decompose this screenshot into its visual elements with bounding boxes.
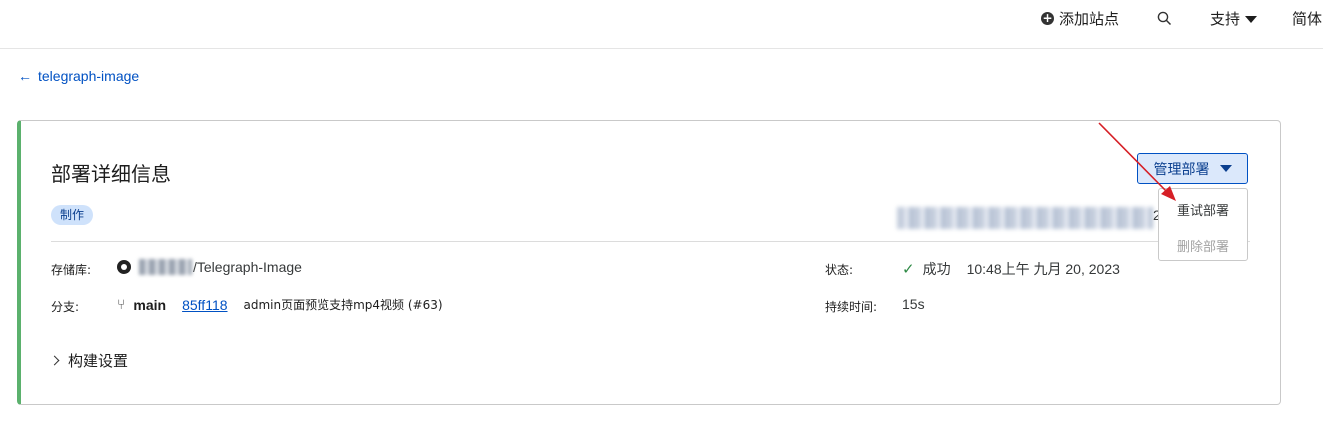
- add-site-button[interactable]: + 添加站点: [1041, 0, 1119, 37]
- back-link-label: telegraph-image: [38, 68, 140, 84]
- status-value: ✓ 成功 10:48上午 九月 20, 2023: [902, 259, 1120, 279]
- environment-badge: 制作: [51, 205, 94, 225]
- manage-deployment-button[interactable]: 管理部署: [1137, 153, 1248, 184]
- search-icon: [1157, 11, 1172, 26]
- language-menu[interactable]: 简体: [1292, 0, 1322, 37]
- support-menu[interactable]: 支持: [1210, 0, 1258, 37]
- repo-value[interactable]: /Telegraph-Image: [117, 259, 302, 275]
- chevron-right-icon: [49, 355, 60, 366]
- caret-down-icon: [1219, 165, 1232, 172]
- page-title: 部署详细信息: [51, 162, 171, 186]
- manage-deployment-label: 管理部署: [1153, 161, 1210, 178]
- branch-value: ⑂ main 85ff118 admin页面预览支持mp4视频 (#63): [117, 296, 443, 313]
- status-text: 成功: [922, 262, 951, 278]
- build-settings-label: 构建设置: [68, 352, 129, 370]
- duration-value: 15s: [902, 296, 925, 312]
- github-icon: [117, 260, 131, 274]
- branch-label: 分支:: [51, 300, 80, 314]
- add-site-label: 添加站点: [1059, 10, 1120, 28]
- caret-down-icon: [1245, 16, 1258, 23]
- search-button[interactable]: [1157, 0, 1172, 37]
- branch-name: main: [133, 296, 167, 313]
- duration-label: 持续时间:: [825, 300, 878, 314]
- back-link[interactable]: ← telegraph-image: [18, 68, 139, 84]
- commit-hash-link[interactable]: 85ff118: [182, 297, 227, 313]
- top-navigation-bar: + 添加站点 支持 简体: [0, 0, 1323, 49]
- repo-owner-redacted: [139, 259, 192, 275]
- check-icon: ✓: [902, 260, 915, 278]
- support-label: 支持: [1210, 10, 1241, 28]
- repo-name: /Telegraph-Image: [193, 259, 302, 275]
- retry-deployment-item[interactable]: 重试部署: [1159, 200, 1247, 219]
- deployment-url-redacted[interactable]: [897, 207, 1153, 229]
- arrow-left-icon: ←: [18, 68, 32, 84]
- status-label: 状态:: [825, 263, 854, 277]
- status-timestamp: 10:48上午 九月 20, 2023: [966, 261, 1120, 277]
- divider: [51, 241, 1250, 242]
- build-settings-toggle[interactable]: 构建设置: [49, 350, 129, 371]
- language-label: 简体: [1292, 10, 1323, 28]
- plus-circle-icon: +: [1041, 11, 1054, 25]
- git-branch-icon: ⑂: [117, 296, 126, 313]
- deployment-details-card: 部署详细信息 制作 2 存储库: /Telegraph-Image 分支: ⑂ …: [17, 120, 1281, 405]
- delete-deployment-item[interactable]: 删除部署: [1159, 236, 1247, 255]
- commit-message: admin页面预览支持mp4视频 (#63): [243, 298, 443, 312]
- repo-label: 存储库:: [51, 263, 92, 277]
- manage-deployment-menu: 重试部署 删除部署: [1158, 188, 1248, 261]
